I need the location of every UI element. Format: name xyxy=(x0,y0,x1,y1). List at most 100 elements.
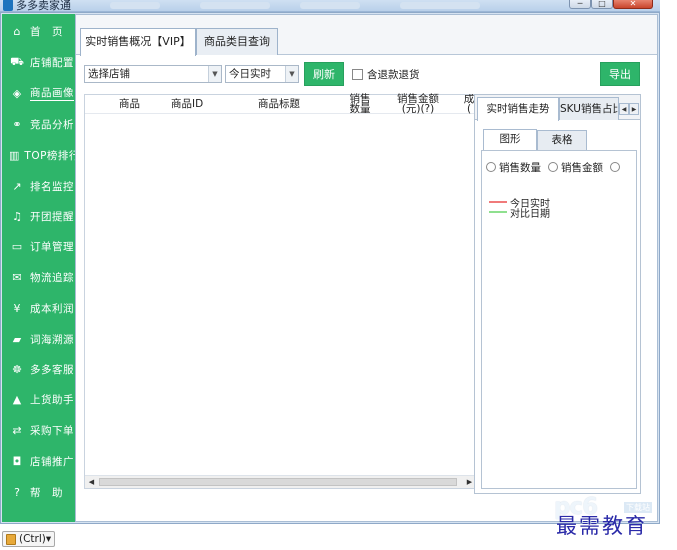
tab-scroll-left-icon[interactable]: ◀ xyxy=(619,103,629,115)
subtab-graph[interactable]: 图形 xyxy=(483,129,537,150)
tab-scroll-right-icon[interactable]: ▶ xyxy=(629,103,639,115)
close-button[interactable]: ✕ xyxy=(613,0,653,9)
clipboard-icon xyxy=(6,534,16,545)
tab-realtime-sales[interactable]: 实时销售概况【VIP】 xyxy=(80,28,196,56)
radio-sales-amount[interactable] xyxy=(548,162,558,172)
cube-icon: ◈ xyxy=(12,86,22,100)
title-bar: 多多卖家通 ─ □ ✕ xyxy=(0,0,660,12)
sidebar-item-label: 订单管理 xyxy=(30,240,74,253)
sidebar-item-mail[interactable]: ✉ 物流追踪 xyxy=(2,266,75,288)
bar-chart-icon: ▥ xyxy=(9,148,20,162)
ctrl-label: (Ctrl)▾ xyxy=(19,533,52,545)
watermark: pc6 下载站 最需教育 xyxy=(548,494,676,540)
sidebar-item-label: 店铺配置 xyxy=(30,56,74,69)
scroll-left-icon[interactable]: ◀ xyxy=(85,476,98,488)
include-refund-checkbox[interactable] xyxy=(352,69,363,80)
radio-sales-qty-label: 销售数量 xyxy=(499,162,541,174)
column-header-product[interactable]: 商品 xyxy=(119,99,140,110)
sidebar-item-book[interactable]: ▰ 词海溯源 xyxy=(2,328,75,350)
legend-compare-label: 对比日期 xyxy=(510,209,550,220)
legend-line-compare xyxy=(489,211,507,213)
sidebar-item-bell[interactable]: ♫ 开团提醒 xyxy=(2,205,75,227)
sidebar-item-label: 物流追踪 xyxy=(30,271,74,284)
sidebar-item-service[interactable]: ☸ 多多客服 xyxy=(2,358,75,380)
folder-icon: ▭ xyxy=(11,239,23,253)
line-chart-icon: ↗ xyxy=(12,179,22,193)
refresh-button[interactable]: 刷新 xyxy=(304,62,344,86)
sidebar-item-label: 词海溯源 xyxy=(30,333,74,346)
sidebar-item-home[interactable]: ⌂ 首 页 xyxy=(2,20,75,42)
store-select[interactable]: 选择店铺 ▼ xyxy=(84,65,222,83)
bell-icon: ♫ xyxy=(12,209,22,223)
paste-options-button[interactable]: (Ctrl)▾ xyxy=(2,531,56,547)
book-icon: ▰ xyxy=(12,332,22,346)
legend-line-today xyxy=(489,201,507,203)
sidebar-item-label: 商品画像 xyxy=(30,87,74,101)
chart-area: 销售数量 销售金额 今日实时 对比日期 xyxy=(481,150,637,489)
sidebar-item-label: 竞品分析 xyxy=(30,118,74,131)
help-icon: ? xyxy=(14,485,20,499)
export-button[interactable]: 导出 xyxy=(600,62,640,86)
radio-sales-amount-label: 销售金额 xyxy=(561,162,603,174)
tab-category-query[interactable]: 商品类目查询 xyxy=(196,28,278,55)
competitor-icon: ⚭ xyxy=(12,117,22,131)
date-select-value: 今日实时 xyxy=(229,68,271,80)
trend-panel: 实时销售走势 SKU销售占比 ◀ ▶ 图形 表格 销售数量 销售金额 今日实时 … xyxy=(474,94,641,494)
app-logo-icon xyxy=(3,0,13,11)
column-header-sales-qty[interactable]: 销售 数量 xyxy=(349,94,371,115)
sidebar-item-label: 店铺推广 xyxy=(30,455,74,468)
sidebar-item-yen[interactable]: ¥ 成本利润 xyxy=(2,297,75,319)
trend-panel-tabs: 实时销售走势 SKU销售占比 ◀ ▶ xyxy=(475,95,640,121)
include-refund-label: 含退款退货 xyxy=(367,69,420,81)
sidebar-item-competitor[interactable]: ⚭ 竞品分析 xyxy=(2,113,75,135)
table-header: 商品 商品ID 商品标题 销售 数量 销售金额 (元)(?) 成 ( xyxy=(85,94,476,115)
column-header-sales-amount[interactable]: 销售金额 (元)(?) xyxy=(395,94,441,115)
home-icon: ⌂ xyxy=(13,24,21,38)
chevron-down-icon: ▼ xyxy=(285,66,298,82)
sidebar-item-label: TOP榜排行 xyxy=(24,149,80,162)
app-window: { "window": { "title": "多多卖家通", "control… xyxy=(0,0,677,550)
sidebar-item-truck[interactable]: ▲ 上货助手 xyxy=(2,388,75,410)
subtab-table[interactable]: 表格 xyxy=(537,130,587,150)
date-select[interactable]: 今日实时 ▼ xyxy=(225,65,299,83)
radio-more[interactable] xyxy=(610,162,620,172)
main-tab-strip: 实时销售概况【VIP】 商品类目查询 xyxy=(76,15,657,56)
sidebar-item-label: 多多客服 xyxy=(30,363,74,376)
sidebar-item-bar-chart[interactable]: ▥ TOP榜排行 xyxy=(2,144,79,166)
sidebar-item-label: 开团提醒 xyxy=(30,210,74,223)
title-decoration xyxy=(400,2,480,9)
column-header-product-id[interactable]: 商品ID xyxy=(171,99,203,110)
truck-icon: ▲ xyxy=(12,392,22,406)
main-content: 实时销售概况【VIP】 商品类目查询 选择店铺 ▼ 今日实时 ▼ 刷新 含退款退… xyxy=(75,14,658,522)
sidebar-item-label: 上货助手 xyxy=(30,393,74,406)
sidebar-item-label: 首 页 xyxy=(30,25,63,38)
tab-sku-share[interactable]: SKU销售占比 xyxy=(559,97,619,120)
car-icon: ◘ xyxy=(12,454,22,468)
sidebar-item-folder[interactable]: ▭ 订单管理 xyxy=(2,235,75,257)
watermark-text: 最需教育 xyxy=(556,514,648,538)
sidebar-item-car[interactable]: ◘ 店铺推广 xyxy=(2,450,75,472)
title-decoration xyxy=(110,2,160,9)
sidebar-item-label: 帮 助 xyxy=(30,486,63,499)
sidebar-item-label: 采购下单 xyxy=(30,424,74,437)
sidebar-item-help[interactable]: ? 帮 助 xyxy=(2,481,75,503)
sidebar: ⌂ 首 页 ⛟ 店铺配置 ◈ 商品画像 ⚭ 竞品分析 ▥ TOP榜排行 ↗ 排名监控 ♫ 开团提醒 ▭ 订单管… xyxy=(2,14,79,522)
horizontal-scrollbar[interactable]: ◀ ▶ xyxy=(85,475,476,488)
cart-icon: ⛟ xyxy=(10,54,24,68)
column-header-product-title[interactable]: 商品标题 xyxy=(258,99,300,110)
sidebar-item-cube[interactable]: ◈ 商品画像 xyxy=(2,82,75,104)
scrollbar-thumb[interactable] xyxy=(99,478,457,486)
title-decoration xyxy=(300,2,360,9)
chevron-down-icon: ▼ xyxy=(208,66,221,82)
sidebar-item-label: 成本利润 xyxy=(30,302,74,315)
title-decoration xyxy=(200,2,270,9)
tab-realtime-trend[interactable]: 实时销售走势 xyxy=(477,97,559,121)
minimize-button[interactable]: ─ xyxy=(569,0,591,9)
toolbar: 选择店铺 ▼ 今日实时 ▼ 刷新 含退款退货 导出 xyxy=(76,56,657,92)
maximize-button[interactable]: □ xyxy=(591,0,613,9)
sidebar-item-cart[interactable]: ⛟ 店铺配置 xyxy=(2,51,75,73)
sidebar-item-exchange[interactable]: ⇄ 采购下单 xyxy=(2,419,75,441)
sidebar-item-line-chart[interactable]: ↗ 排名监控 xyxy=(2,175,75,197)
radio-sales-qty[interactable] xyxy=(486,162,496,172)
sales-table[interactable]: 商品 商品ID 商品标题 销售 数量 销售金额 (元)(?) 成 ( ◀ ▶ xyxy=(84,94,477,489)
